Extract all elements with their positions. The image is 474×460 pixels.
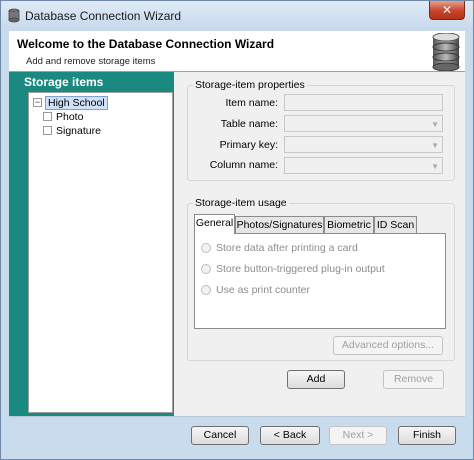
cancel-button[interactable]: Cancel bbox=[191, 426, 249, 445]
chevron-down-icon: ▼ bbox=[431, 162, 439, 171]
finish-button[interactable]: Finish bbox=[398, 426, 456, 445]
tree-node-label[interactable]: High School bbox=[45, 96, 108, 110]
column-name-label: Column name: bbox=[209, 159, 278, 171]
tree-leaf-icon bbox=[43, 112, 52, 121]
close-icon: ✕ bbox=[441, 3, 453, 17]
radio-label: Store button-triggered plug-in output bbox=[216, 263, 385, 275]
header-subtitle: Add and remove storage items bbox=[26, 56, 156, 67]
database-app-icon bbox=[8, 8, 20, 23]
close-button[interactable]: ✕ bbox=[429, 1, 465, 20]
storage-tree[interactable]: − High School Photo Signature bbox=[28, 92, 173, 413]
footer-divider bbox=[9, 416, 465, 417]
tab-general[interactable]: General bbox=[194, 214, 235, 234]
radio-label: Use as print counter bbox=[216, 284, 310, 296]
collapse-icon[interactable]: − bbox=[33, 98, 42, 107]
back-button[interactable]: < Back bbox=[260, 426, 320, 445]
window-title: Database Connection Wizard bbox=[25, 9, 182, 23]
table-name-select[interactable]: ▼ bbox=[284, 115, 443, 132]
tree-node-label[interactable]: Signature bbox=[56, 125, 101, 137]
remove-button[interactable]: Remove bbox=[383, 370, 444, 389]
tree-leaf-icon bbox=[43, 126, 52, 135]
tab-id-scan[interactable]: ID Scan bbox=[374, 216, 417, 234]
item-name-field[interactable] bbox=[284, 94, 443, 111]
primary-key-label: Primary key: bbox=[219, 139, 278, 151]
database-icon bbox=[432, 33, 460, 71]
header-title: Welcome to the Database Connection Wizar… bbox=[17, 37, 275, 51]
tab-biometric[interactable]: Biometric bbox=[324, 216, 374, 234]
radio-button[interactable] bbox=[201, 285, 211, 295]
radio-label: Store data after printing a card bbox=[216, 242, 358, 254]
next-button[interactable]: Next > bbox=[329, 426, 387, 445]
tab-photos-signatures[interactable]: Photos/Signatures bbox=[235, 216, 324, 234]
primary-key-select[interactable]: ▼ bbox=[284, 136, 443, 153]
chevron-down-icon: ▼ bbox=[431, 141, 439, 150]
properties-group-title: Storage-item properties bbox=[193, 79, 307, 91]
title-bar: Database Connection Wizard ✕ bbox=[1, 1, 473, 30]
item-name-label: Item name: bbox=[225, 97, 278, 109]
advanced-options-button[interactable]: Advanced options... bbox=[333, 336, 443, 355]
storage-items-title: Storage items bbox=[24, 75, 104, 89]
chevron-down-icon: ▼ bbox=[431, 120, 439, 129]
radio-button[interactable] bbox=[201, 243, 211, 253]
table-name-label: Table name: bbox=[220, 118, 278, 130]
usage-group-title: Storage-item usage bbox=[193, 197, 289, 209]
radio-button[interactable] bbox=[201, 264, 211, 274]
wizard-window: Database Connection Wizard ✕ Welcome to … bbox=[0, 0, 474, 460]
add-button[interactable]: Add bbox=[287, 370, 345, 389]
wizard-header: Welcome to the Database Connection Wizar… bbox=[9, 31, 465, 72]
tree-node-label[interactable]: Photo bbox=[56, 111, 83, 123]
column-name-select[interactable]: ▼ bbox=[284, 157, 443, 174]
